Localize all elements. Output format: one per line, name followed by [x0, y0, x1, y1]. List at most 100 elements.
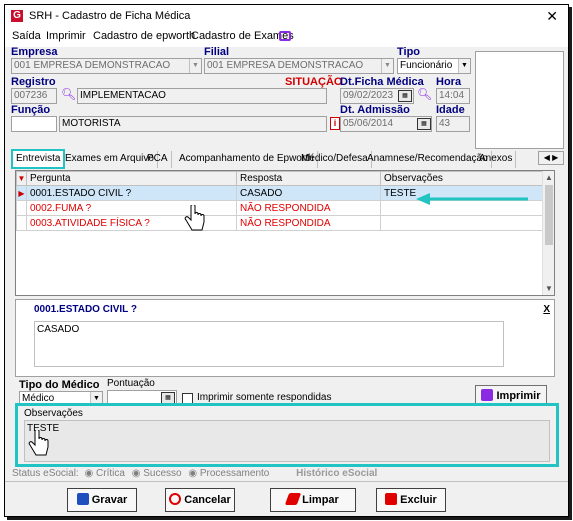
chevron-up-icon[interactable]: ▲	[545, 173, 553, 182]
row-pointer-icon: ▶	[16, 185, 27, 201]
chat-icon[interactable]	[279, 31, 291, 41]
registro-field[interactable]: 007236	[11, 88, 57, 104]
hora-field[interactable]: 14:04	[436, 88, 470, 104]
radio-critica-label: Crítica	[96, 468, 125, 479]
cell-resposta[interactable]: NÃO RESPONDIDA	[236, 215, 381, 231]
scroll-thumb[interactable]	[545, 185, 553, 245]
nome-field: IMPLEMENTACAO	[77, 88, 327, 104]
radio-processamento[interactable]: ◉ Processamento	[188, 468, 269, 479]
tab-pca[interactable]: PCA	[144, 151, 172, 168]
photo-panel	[475, 51, 564, 149]
observacoes-memo[interactable]: TESTE	[24, 420, 550, 462]
idade-label: Idade	[436, 104, 465, 116]
col-pergunta[interactable]: Pergunta	[26, 171, 237, 186]
calendar-icon[interactable]: ▦	[398, 90, 412, 102]
menu-imprimir[interactable]: Imprimir	[46, 30, 86, 42]
trash-icon	[385, 493, 398, 505]
gravar-button[interactable]: Gravar	[67, 488, 137, 512]
idade-field: 43	[436, 116, 470, 132]
funcao-code-field[interactable]	[11, 116, 57, 132]
tipo-value: Funcionário	[400, 60, 453, 71]
menu-saida[interactable]: Saída	[12, 30, 41, 42]
dtadmissao-label: Dt. Admissão	[340, 104, 410, 116]
limpar-button[interactable]: Limpar	[270, 488, 356, 512]
tipo-medico-label: Tipo do Médico	[19, 379, 100, 391]
filial-value: 001 EMPRESA DEMONSTRACAO	[207, 60, 364, 71]
esocial-status: Status eSocial: ◉ Crítica ◉ Sucesso ◉ Pr…	[12, 468, 377, 479]
status-label: Status eSocial:	[12, 468, 79, 479]
idade-value: 43	[439, 118, 451, 129]
tab-scroll-arrows[interactable]: ◀ ▶	[538, 151, 564, 165]
calendar-icon[interactable]: ▦	[417, 118, 431, 130]
save-icon	[76, 493, 89, 505]
funcao-field: MOTORISTA	[59, 116, 327, 132]
gravar-label: Gravar	[91, 494, 128, 506]
tab-entrevista[interactable]: Entrevista	[11, 149, 66, 169]
info-icon[interactable]: i	[330, 117, 340, 130]
title-bar: G SRH - Cadastro de Ficha Médica ✕	[5, 5, 568, 27]
pontuacao-label: Pontuação	[107, 378, 155, 389]
funcao-value: MOTORISTA	[62, 118, 121, 129]
printer-icon	[481, 389, 494, 401]
chevron-down-icon: ▼	[381, 59, 393, 73]
cell-resposta[interactable]: CASADO	[236, 185, 381, 201]
tipo-label: Tipo	[397, 46, 421, 58]
answer-detail-panel: 0001.ESTADO CIVIL ? X CASADO	[15, 299, 555, 377]
app-logo-icon: G	[11, 10, 23, 22]
dtficha-label: Dt.Ficha Médica	[340, 76, 424, 88]
answer-memo[interactable]: CASADO	[34, 321, 504, 367]
hand-cursor-icon	[28, 430, 49, 456]
historico-esocial-button[interactable]: Histórico eSocial	[296, 468, 377, 479]
chevron-down-icon: ▼	[458, 59, 470, 73]
tab-epworth[interactable]: Acompanhamento de Epworth	[176, 151, 318, 168]
grid-corner: ▼	[16, 171, 27, 186]
cell-pergunta[interactable]: 0001.ESTADO CIVIL ?	[26, 185, 237, 201]
imprimir-somente-label: Imprimir somente respondidas	[197, 392, 332, 403]
cell-resposta[interactable]: NÃO RESPONDIDA	[236, 200, 381, 216]
nome-value: IMPLEMENTACAO	[80, 90, 166, 101]
situacao-label: SITUAÇÃO	[285, 76, 343, 88]
registro-value: 007236	[14, 90, 48, 101]
col-resposta[interactable]: Resposta	[236, 171, 381, 186]
radio-critica[interactable]: ◉ Crítica	[85, 468, 125, 479]
chevron-down-icon[interactable]: ▼	[545, 284, 553, 293]
table-row[interactable]: 0003.ATIVIDADE FÍSICA ? NÃO RESPONDIDA	[16, 215, 543, 231]
col-observacoes[interactable]: Observações	[380, 171, 543, 186]
eraser-icon	[284, 493, 302, 505]
hand-cursor-icon	[184, 205, 205, 231]
empresa-value: 001 EMPRESA DEMONSTRACAO	[14, 60, 171, 71]
excluir-label: Excluir	[400, 494, 437, 506]
excluir-button[interactable]: Excluir	[376, 488, 446, 512]
action-bar: Gravar Cancelar Limpar Excluir	[5, 481, 568, 516]
grid-scrollbar[interactable]: ▲ ▼	[542, 171, 554, 295]
limpar-label: Limpar	[302, 494, 339, 506]
row-indicator	[16, 200, 27, 216]
tab-bar: Entrevista Exames em Arquivo PCA Acompan…	[10, 149, 564, 169]
cell-obs[interactable]	[380, 215, 543, 231]
cancel-icon	[169, 493, 182, 505]
observacoes-label: Observações	[24, 408, 83, 419]
cancelar-label: Cancelar	[184, 494, 231, 506]
close-icon[interactable]: ✕	[546, 8, 558, 25]
tab-medico-defesa[interactable]: Médico/Defesa	[298, 151, 372, 168]
detail-question-title: 0001.ESTADO CIVIL ?	[34, 304, 137, 315]
search-icon[interactable]: 🔍︎	[61, 87, 76, 101]
menu-cadastro-epworth[interactable]: Cadastro de epworth	[93, 30, 195, 42]
chevron-down-icon: ▼	[189, 59, 201, 73]
cancelar-button[interactable]: Cancelar	[165, 488, 235, 512]
close-icon[interactable]: X	[543, 304, 550, 315]
tab-anexos[interactable]: Anexos	[476, 151, 517, 168]
tipo-select[interactable]: Funcionário ▼	[397, 58, 471, 74]
registro-label: Registro	[11, 76, 56, 88]
dtficha-value: 09/02/2023	[343, 90, 394, 101]
filial-select[interactable]: 001 EMPRESA DEMONSTRACAO ▼	[204, 58, 394, 74]
dtadmissao-value: 05/06/2014	[343, 118, 394, 129]
tab-anamnese[interactable]: Anamnese/Recomendação	[364, 151, 492, 168]
empresa-select[interactable]: 001 EMPRESA DEMONSTRACAO ▼	[11, 58, 202, 74]
filial-label: Filial	[204, 46, 230, 58]
main-window: G SRH - Cadastro de Ficha Médica ✕ Saída…	[4, 4, 569, 517]
search-icon[interactable]: 🔍︎	[417, 87, 432, 101]
radio-processamento-label: Processamento	[199, 468, 270, 479]
hora-value: 14:04	[439, 90, 465, 101]
radio-sucesso[interactable]: ◉ Sucesso	[132, 468, 182, 479]
